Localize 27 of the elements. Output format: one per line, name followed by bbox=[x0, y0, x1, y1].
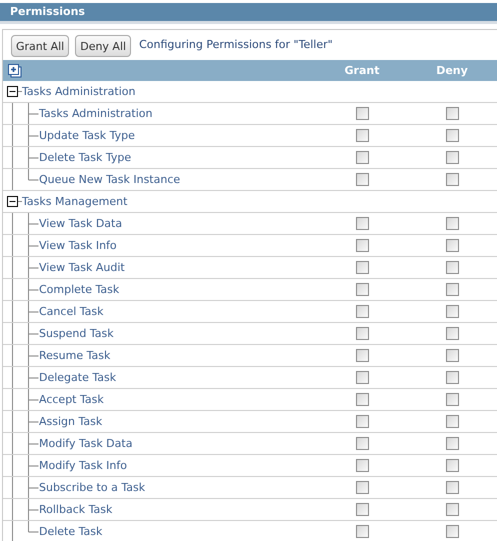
permission-label: Modify Task Data bbox=[39, 437, 132, 450]
permission-label: Cancel Task bbox=[39, 305, 104, 318]
permission-label: View Task Info bbox=[39, 239, 117, 252]
permission-label: Accept Task bbox=[39, 393, 104, 406]
permission-label: Update Task Type bbox=[39, 129, 135, 142]
toolbar-button[interactable]: Deny All bbox=[75, 35, 132, 57]
column-header: Grant bbox=[344, 64, 380, 77]
group-label[interactable]: Tasks Administration bbox=[22, 85, 136, 98]
permission-label: Suspend Task bbox=[39, 327, 114, 340]
permission-label: Queue New Task Instance bbox=[39, 173, 180, 186]
permission-label: Delete Task Type bbox=[39, 151, 132, 164]
group-label[interactable]: Tasks Management bbox=[22, 195, 128, 208]
permission-label: Modify Task Info bbox=[39, 459, 127, 472]
column-header: Deny bbox=[435, 64, 469, 77]
permission-label: Rollback Task bbox=[39, 503, 112, 516]
permission-label: Delegate Task bbox=[39, 371, 116, 384]
permission-label: Delete Task bbox=[39, 525, 102, 538]
permission-label: Assign Task bbox=[39, 415, 102, 428]
toolbar-button[interactable]: Grant All bbox=[11, 35, 70, 57]
permission-label: View Task Audit bbox=[39, 261, 125, 274]
panel-title: Permissions bbox=[0, 3, 497, 24]
permission-label: Complete Task bbox=[39, 283, 120, 296]
permission-label: Tasks Administration bbox=[39, 107, 152, 120]
permission-label: Subscribe to a Task bbox=[39, 481, 146, 494]
permission-label: Resume Task bbox=[39, 349, 110, 362]
caption-text: Configuring Permissions for "Teller" bbox=[139, 38, 333, 50]
permission-label: View Task Data bbox=[39, 217, 122, 230]
